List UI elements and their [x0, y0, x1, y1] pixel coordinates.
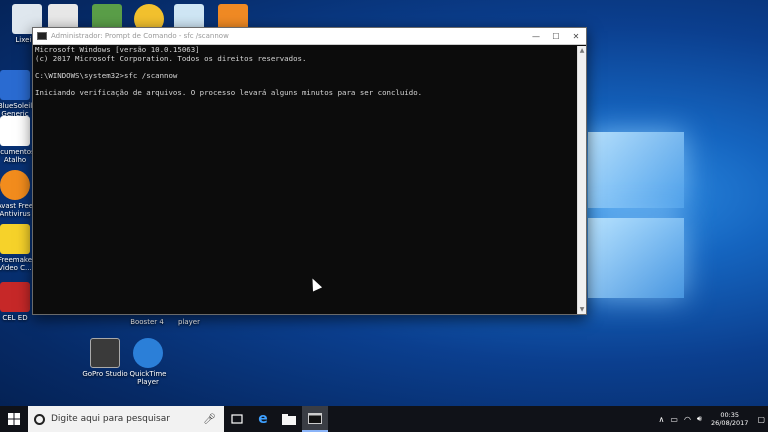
taskbar-edge-button[interactable]: e — [250, 406, 276, 432]
freemake-icon — [0, 224, 30, 254]
folder-icon — [282, 413, 296, 425]
windows-start-icon — [8, 413, 20, 425]
start-button[interactable] — [0, 406, 28, 432]
window-titlebar[interactable]: Administrador: Prompt de Comando - sfc /… — [33, 28, 586, 45]
network-icon[interactable]: ◠ — [684, 415, 691, 424]
clock[interactable]: 00:35 26/08/2017 — [711, 411, 748, 427]
taskbar-search-box[interactable]: Digite aqui para pesquisar 🎤︎ — [28, 406, 224, 432]
console-scrollbar[interactable]: ▲ ▼ — [577, 46, 586, 314]
chevron-up-icon[interactable]: ∧ — [659, 415, 665, 424]
window-title: Administrador: Prompt de Comando - sfc /… — [51, 32, 229, 40]
clock-time: 00:35 — [720, 411, 740, 419]
battery-icon[interactable]: ▭ — [670, 415, 678, 424]
notification-icon[interactable]: ▢ — [757, 415, 765, 424]
task-view-button[interactable] — [224, 406, 250, 432]
gopro-icon — [90, 338, 120, 368]
console-line: Iniciando verificação de arquivos. O pro… — [35, 87, 423, 97]
document-icon — [0, 116, 30, 146]
avast-icon — [0, 170, 30, 200]
cortana-icon — [34, 413, 45, 425]
command-prompt-window[interactable]: Administrador: Prompt de Comando - sfc /… — [32, 27, 587, 315]
app-icon — [0, 282, 30, 312]
taskbar: Digite aqui para pesquisar 🎤︎ e ∧ ▭ ◠ 🔊︎… — [0, 406, 768, 432]
system-tray: ∧ ▭ ◠ 🔊︎ 00:35 26/08/2017 ▢ — [656, 406, 768, 432]
maximize-button[interactable]: ☐ — [546, 28, 566, 44]
bluetooth-icon — [0, 70, 30, 100]
cmd-icon — [308, 412, 322, 424]
desktop-icon-quicktime[interactable]: QuickTime Player — [121, 338, 175, 386]
close-button[interactable]: ✕ — [566, 28, 586, 44]
volume-icon[interactable]: 🔊︎ — [697, 414, 702, 424]
cmd-icon — [37, 32, 47, 40]
taskbar-explorer-button[interactable] — [276, 406, 302, 432]
console-line: (c) 2017 Microsoft Corporation. Todos os… — [35, 53, 307, 63]
windows-wallpaper-logo — [588, 120, 698, 310]
desktop-icon-player[interactable]: player — [162, 318, 216, 326]
task-view-icon — [231, 414, 243, 424]
console-output[interactable]: Microsoft Windows [versão 10.0.15063] (c)… — [33, 45, 586, 99]
scroll-down-icon[interactable]: ▼ — [578, 305, 586, 314]
edge-icon: e — [258, 411, 268, 427]
search-placeholder: Digite aqui para pesquisar — [51, 414, 170, 424]
minimize-button[interactable]: — — [526, 28, 546, 44]
quicktime-icon — [133, 338, 163, 368]
scroll-up-icon[interactable]: ▲ — [578, 46, 586, 55]
console-line: C:\WINDOWS\system32>sfc /scannow — [35, 70, 178, 80]
clock-date: 26/08/2017 — [710, 419, 749, 427]
taskbar-cmd-button[interactable] — [302, 406, 328, 432]
microphone-icon[interactable]: 🎤︎ — [203, 414, 216, 425]
